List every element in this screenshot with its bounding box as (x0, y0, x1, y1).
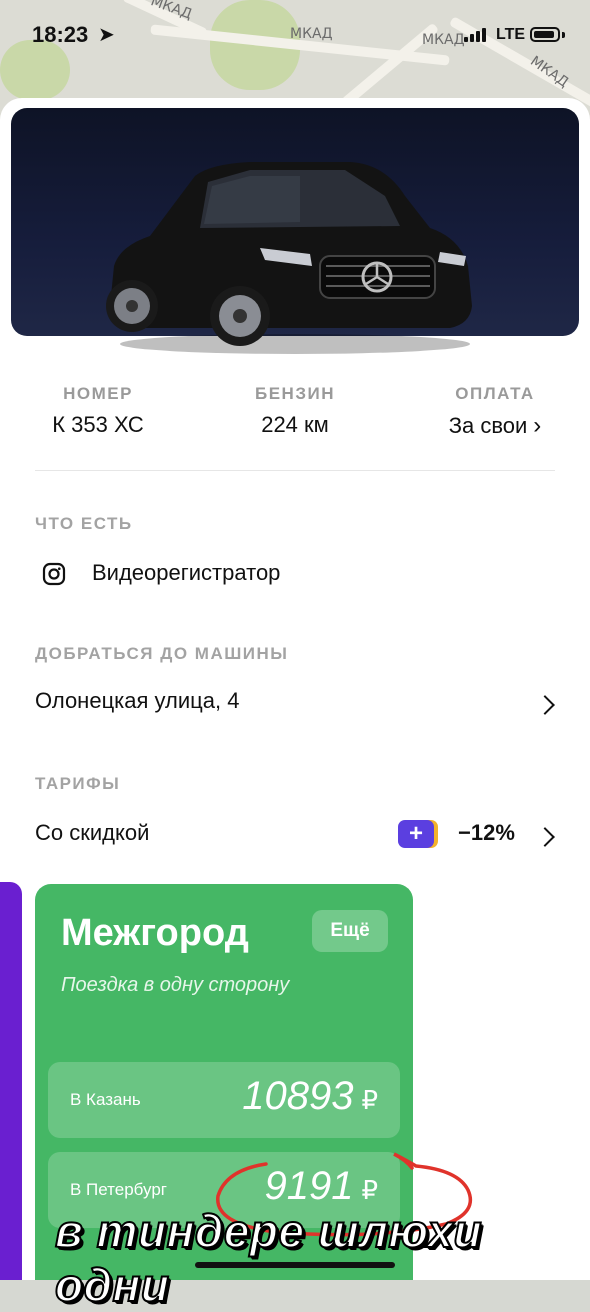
chevron-right-icon (535, 695, 555, 715)
destination-label: В Петербург (70, 1180, 168, 1199)
home-indicator[interactable] (195, 1262, 395, 1268)
destination-price: 10893 (242, 1074, 354, 1118)
plus-badge: + (398, 820, 434, 848)
more-button[interactable]: Ещё (312, 910, 388, 952)
discount-value: −12% (458, 820, 515, 845)
intercity-subtitle: Поездка в одну сторону (61, 974, 290, 996)
car-image (106, 162, 472, 354)
stat-label: ОПЛАТА (455, 384, 535, 403)
tariff-name: Со скидкой (35, 820, 150, 845)
chevron-right-icon (535, 827, 555, 847)
adjacent-card-edge[interactable] (0, 882, 22, 1280)
feature-item: Видеорегистратор (92, 560, 281, 585)
address-text: Олонецкая улица, 4 (35, 688, 240, 713)
section-header-tariffs: ТАРИФЫ (35, 774, 121, 793)
car-stats: НОМЕР К 353 ХС БЕНЗИН 224 км ОПЛАТА За с… (0, 384, 590, 444)
stat-value: 224 км (261, 412, 329, 437)
battery-icon (530, 27, 560, 42)
stat-plate: НОМЕР К 353 ХС (38, 384, 158, 438)
address-row[interactable]: Олонецкая улица, 4 (0, 678, 590, 728)
overlay-caption: в тиндере шлюхи одни (54, 1204, 483, 1312)
payment-value: За свои (448, 413, 528, 438)
destination-label: В Казань (70, 1090, 141, 1109)
section-header-directions: ДОБРАТЬСЯ ДО МАШИНЫ (35, 644, 289, 663)
stat-label: БЕНЗИН (255, 384, 335, 403)
stat-payment[interactable]: ОПЛАТА За свои › (420, 384, 570, 440)
chevron-right-icon: › (533, 412, 542, 439)
tariff-row[interactable]: Со скидкой + −12% (0, 810, 590, 860)
section-header-features: ЧТО ЕСТЬ (35, 514, 133, 533)
destination-kazan[interactable]: В Казань 10893 ₽ (48, 1062, 400, 1138)
location-arrow-icon: ➤ (98, 24, 115, 46)
status-time: 18:23 (32, 22, 89, 47)
battery-tip (562, 32, 565, 38)
divider (35, 470, 555, 471)
network-type: LTE (496, 26, 526, 43)
instagram-camera-icon (42, 562, 66, 586)
status-bar: 18:23 ➤ LTE (0, 0, 590, 70)
stat-value: К 353 ХС (52, 412, 144, 437)
stat-fuel: БЕНЗИН 224 км (235, 384, 355, 438)
stat-label: НОМЕР (63, 384, 133, 403)
signal-icon (464, 28, 486, 42)
currency-symbol: ₽ (361, 1085, 378, 1115)
car-details-sheet: НОМЕР К 353 ХС БЕНЗИН 224 км ОПЛАТА За с… (0, 98, 590, 1280)
intercity-title: Межгород (61, 912, 249, 954)
